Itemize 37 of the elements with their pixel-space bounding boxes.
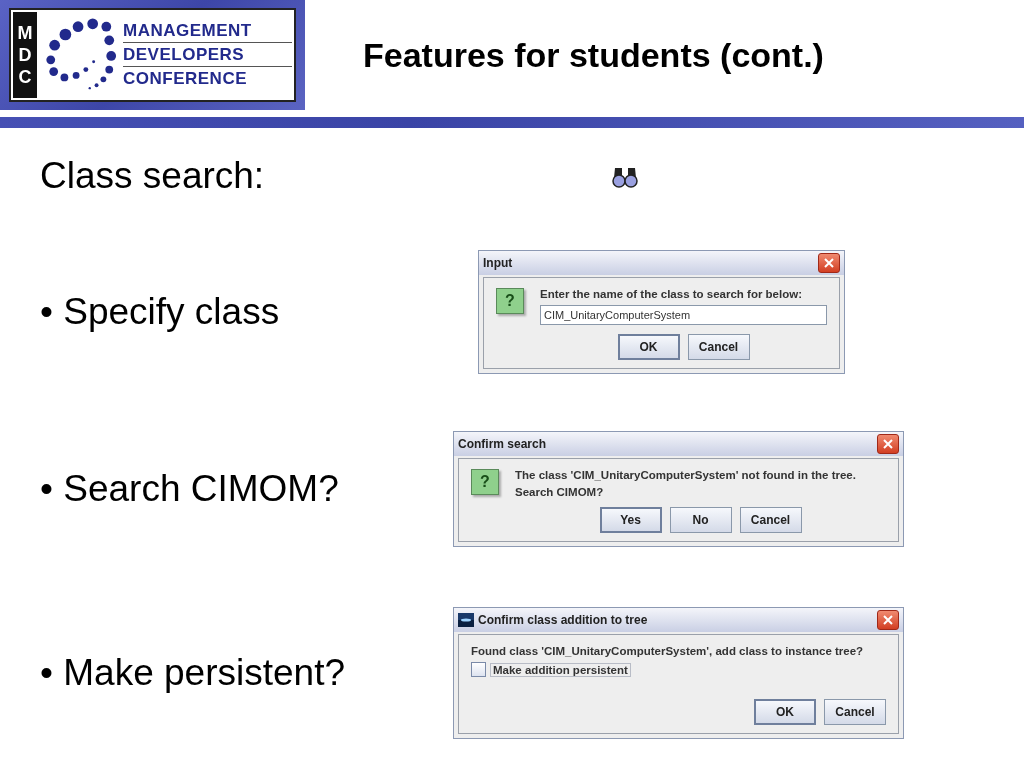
dialog-button[interactable]: OK [754, 699, 816, 725]
checkbox-label[interactable]: Make addition persistent [490, 662, 631, 677]
dialog-message: Search CIMOM? [515, 486, 605, 498]
class-name-field[interactable]: CIM_UnitaryComputerSystem [540, 305, 827, 325]
logo-letter: D [18, 44, 32, 66]
dialog-button[interactable]: OK [617, 334, 680, 360]
close-button[interactable] [877, 434, 899, 454]
app-icon [458, 613, 474, 627]
bullet-item: • Make persistent? [40, 652, 346, 694]
bullet-item: • Specify class [40, 291, 281, 333]
dialog-message: Found class 'CIM_UnitaryComputerSystem', add class to instance tree? [471, 645, 865, 657]
close-button[interactable] [818, 253, 840, 273]
dialog-button[interactable]: No [669, 507, 732, 533]
close-button[interactable] [877, 610, 899, 630]
dialog-message: Enter the name of the class to search for below: [540, 288, 803, 300]
bullet-item: • Search CIMOM? [40, 468, 340, 510]
slide-title: Features for students (cont.) [363, 36, 824, 75]
dialog-button[interactable]: Yes [599, 507, 662, 533]
dialog-button[interactable]: Cancel [687, 334, 750, 360]
dialog-message: The class 'CIM_UnitaryComputerSystem' not found in the tree. [515, 469, 857, 481]
logo-letter: M [17, 22, 33, 44]
close-icon [883, 439, 893, 449]
question-icon: ? [471, 469, 499, 495]
section-heading: Class search: [40, 155, 266, 197]
close-icon [883, 615, 893, 625]
logo-text: CONFERENCE [123, 68, 248, 90]
dialog-button[interactable]: Cancel [824, 699, 886, 725]
logo-text: MANAGEMENT [123, 20, 292, 43]
logo-letter: C [18, 66, 32, 88]
dialog-title: Confirm class addition to tree [478, 613, 649, 627]
question-icon: ? [496, 288, 524, 314]
dialog-title: Input [483, 256, 514, 270]
dialog-button[interactable]: Cancel [739, 507, 802, 533]
dialog-title: Confirm search [458, 437, 548, 451]
checkbox[interactable] [471, 662, 486, 677]
close-icon [824, 258, 834, 268]
logo-text: DEVELOPERS [123, 44, 292, 67]
